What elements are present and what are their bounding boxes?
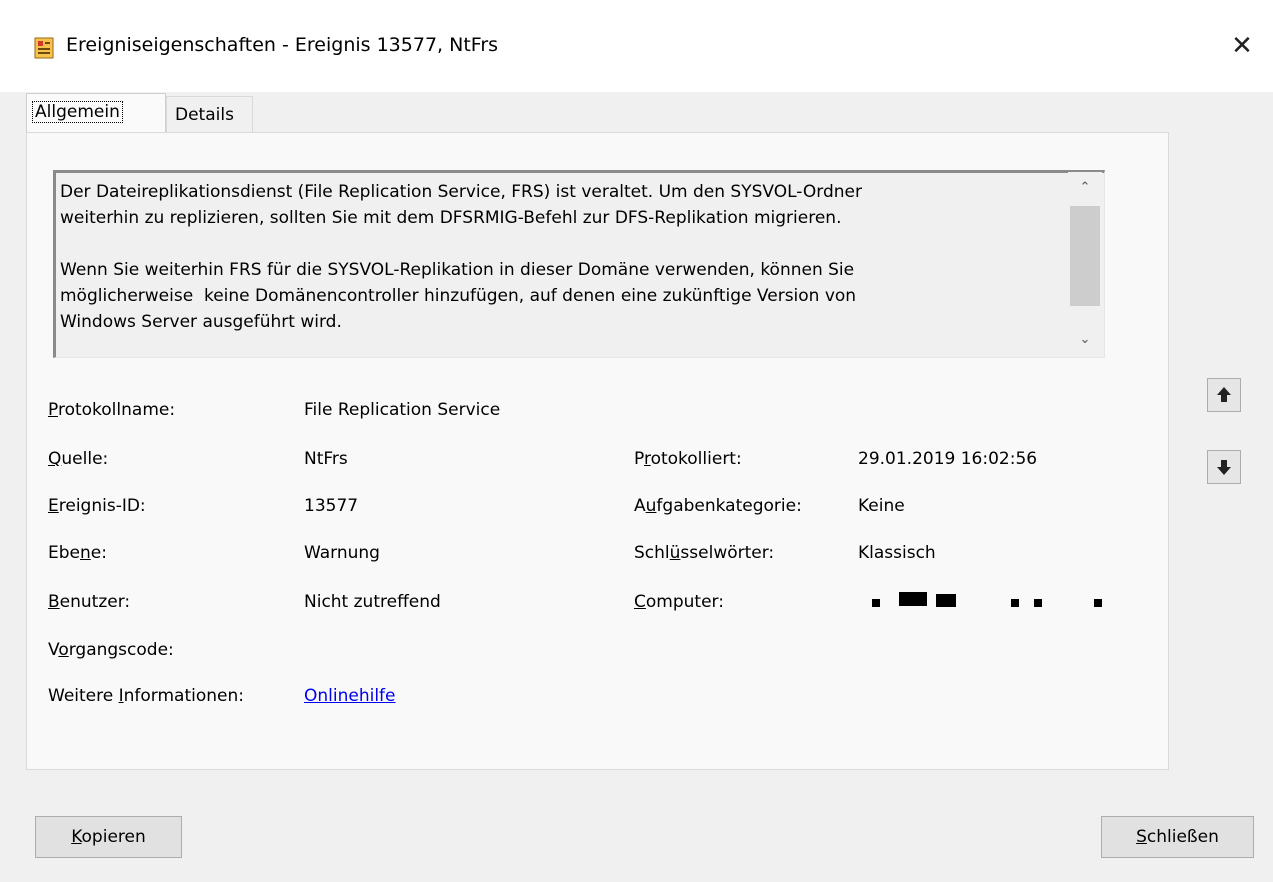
quelle-value: NtFrs: [304, 449, 348, 469]
protokollname-value: File Replication Service: [304, 400, 501, 420]
tab-allgemein[interactable]: Allgemein: [26, 93, 166, 133]
vorgangscode-label: Vorgangscode:: [48, 640, 174, 660]
copy-button[interactable]: Kopieren: [35, 816, 182, 858]
scroll-thumb[interactable]: [1070, 206, 1100, 306]
schluesselwoerter-value: Klassisch: [858, 543, 936, 563]
previous-event-button[interactable]: [1207, 378, 1241, 412]
benutzer-value: Nicht zutreffend: [304, 592, 441, 612]
scroll-down-icon[interactable]: ⌄: [1068, 326, 1102, 354]
aufgabenkategorie-value: Keine: [858, 496, 905, 516]
weitere-informationen-label: Weitere Informationen:: [48, 686, 244, 706]
event-description-box[interactable]: Der Dateireplikationsdienst (File Replic…: [53, 170, 1105, 358]
ereignis-id-label: Ereignis-ID:: [48, 496, 146, 516]
benutzer-label: Benutzer:: [48, 592, 131, 612]
schluesselwoerter-label: Schlüsselwörter:: [634, 543, 775, 563]
onlinehilfe-link[interactable]: Onlinehilfe: [304, 686, 396, 706]
event-viewer-icon: [34, 37, 54, 59]
arrow-down-icon: [1217, 460, 1231, 475]
close-window-button[interactable]: ✕: [1222, 28, 1262, 64]
ebene-value: Warnung: [304, 543, 380, 563]
tab-label: Details: [175, 105, 234, 125]
description-scrollbar[interactable]: ⌃ ⌄: [1068, 172, 1102, 356]
close-button[interactable]: Schließen: [1101, 816, 1254, 858]
title-bar: Ereigniseigenschaften - Ereignis 13577, …: [0, 0, 1273, 92]
aufgabenkategorie-label: Aufgabenkategorie:: [634, 496, 802, 516]
tab-details[interactable]: Details: [166, 96, 253, 132]
scroll-up-icon[interactable]: ⌃: [1068, 174, 1102, 202]
protokollname-label: Protokollname:: [48, 400, 176, 420]
tab-label: Allgemein: [32, 101, 123, 123]
quelle-label: Quelle:: [48, 449, 109, 469]
protokolliert-value: 29.01.2019 16:02:56: [858, 449, 1038, 469]
computer-label: Computer:: [634, 592, 724, 612]
ereignis-id-value: 13577: [304, 496, 359, 516]
arrow-up-icon: [1217, 387, 1231, 402]
ebene-label: Ebene:: [48, 543, 107, 563]
next-event-button[interactable]: [1207, 450, 1241, 484]
protokolliert-label: Protokolliert:: [634, 449, 742, 469]
event-description: Der Dateireplikationsdienst (File Replic…: [60, 182, 862, 332]
window-title: Ereigniseigenschaften - Ereignis 13577, …: [66, 34, 499, 56]
close-icon: ✕: [1231, 31, 1253, 61]
